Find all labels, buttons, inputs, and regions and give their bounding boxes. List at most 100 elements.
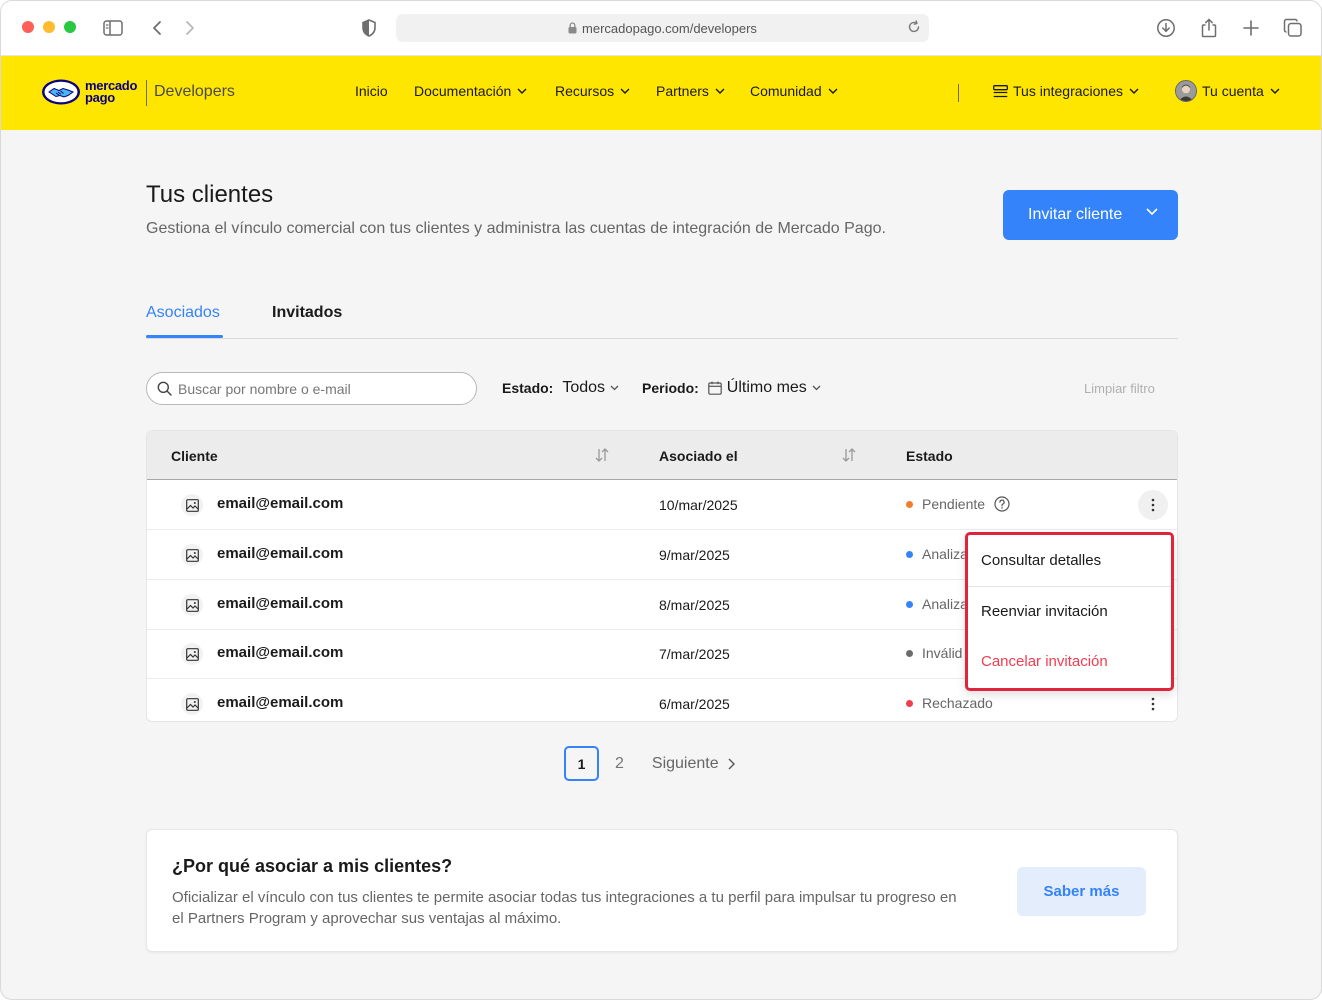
status-label: Inválid xyxy=(922,645,963,661)
image-placeholder-icon xyxy=(181,643,203,665)
nav-documentacion[interactable]: Documentación xyxy=(414,83,527,99)
privacy-shield-icon[interactable] xyxy=(358,17,380,39)
chevron-down-icon xyxy=(610,385,619,391)
nav-partners[interactable]: Partners xyxy=(656,83,725,99)
associated-date: 9/mar/2025 xyxy=(659,547,730,563)
search-icon xyxy=(157,381,172,396)
chevron-down-icon xyxy=(715,88,725,94)
learn-more-button[interactable]: Saber más xyxy=(1017,867,1146,916)
close-window-button[interactable] xyxy=(22,21,34,33)
zoom-window-button[interactable] xyxy=(64,21,76,33)
status-label: Analiza xyxy=(922,546,968,562)
logo-wordmark: mercado pago xyxy=(85,78,138,105)
browser-window: mercadopago.com/developers mercado pago … xyxy=(0,0,1322,1000)
periodo-filter[interactable]: Periodo: Último mes xyxy=(642,379,821,397)
image-placeholder-icon xyxy=(181,544,203,566)
address-bar[interactable]: mercadopago.com/developers xyxy=(396,14,929,42)
client-email: email@email.com xyxy=(217,644,344,661)
page-title: Tus clientes xyxy=(146,181,274,208)
developers-label[interactable]: Developers xyxy=(154,83,235,101)
table-row[interactable]: email@email.com 10/mar/2025 Pendiente xyxy=(147,480,1177,530)
row-actions-menu: Consultar detalles Reenviar invitación C… xyxy=(965,532,1174,691)
client-tabs: Asociados Invitados xyxy=(146,301,1178,339)
integrations-icon xyxy=(993,84,1008,98)
page-2-button[interactable]: 2 xyxy=(615,755,624,773)
info-card-text: Oficializar el vínculo con tus clientes … xyxy=(172,889,957,927)
logo-divider xyxy=(146,80,147,106)
reload-icon[interactable] xyxy=(907,20,921,37)
tab-asociados[interactable]: Asociados xyxy=(146,304,223,338)
next-page-button[interactable]: Siguiente xyxy=(652,755,735,773)
associated-date: 8/mar/2025 xyxy=(659,597,730,613)
more-vertical-icon xyxy=(1151,697,1155,711)
associated-date: 10/mar/2025 xyxy=(659,497,738,513)
menu-item-cancelar-invitacion[interactable]: Cancelar invitación xyxy=(981,653,1108,670)
forward-icon[interactable] xyxy=(179,17,201,39)
browser-toolbar: mercadopago.com/developers xyxy=(1,1,1321,56)
chevron-down-icon xyxy=(620,88,630,94)
sort-icon[interactable] xyxy=(594,447,610,463)
url-text: mercadopago.com/developers xyxy=(582,20,757,36)
chevron-down-icon xyxy=(1146,208,1158,215)
column-estado: Estado xyxy=(906,448,953,464)
sidebar-toggle-icon[interactable] xyxy=(102,17,124,39)
status-dot xyxy=(906,699,913,707)
page-1-button[interactable]: 1 xyxy=(564,746,599,781)
status-label: Analiza xyxy=(922,596,968,612)
periodo-filter-label: Periodo: xyxy=(642,380,699,396)
search-input[interactable] xyxy=(178,380,458,397)
page-subtitle: Gestiona el vínculo comercial con tus cl… xyxy=(146,220,886,237)
new-tab-icon[interactable] xyxy=(1240,17,1262,39)
table-header: Cliente Asociado el Estado xyxy=(147,431,1177,480)
chevron-right-icon xyxy=(728,758,735,770)
image-placeholder-icon xyxy=(181,594,203,616)
chevron-down-icon xyxy=(1129,88,1139,94)
associated-date: 6/mar/2025 xyxy=(659,696,730,712)
search-field[interactable] xyxy=(146,372,477,405)
column-asociado: Asociado el xyxy=(659,448,738,464)
status-badge: Inválid xyxy=(906,645,962,661)
estado-filter[interactable]: Estado: Todos xyxy=(502,379,619,397)
nav-tu-cuenta[interactable]: Tu cuenta xyxy=(1175,80,1280,102)
invite-client-label: Invitar cliente xyxy=(1028,206,1123,223)
menu-item-reenviar-invitacion[interactable]: Reenviar invitación xyxy=(981,603,1108,620)
client-email: email@email.com xyxy=(217,545,344,562)
associated-date: 7/mar/2025 xyxy=(659,646,730,662)
chevron-down-icon xyxy=(812,385,821,391)
avatar xyxy=(1175,80,1197,102)
nav-recursos[interactable]: Recursos xyxy=(555,83,630,99)
lock-icon xyxy=(568,22,577,34)
help-icon[interactable] xyxy=(994,496,1010,512)
nav-inicio[interactable]: Inicio xyxy=(355,83,388,99)
next-page-label: Siguiente xyxy=(651,754,719,772)
menu-item-consultar-detalles[interactable]: Consultar detalles xyxy=(981,552,1101,569)
downloads-icon[interactable] xyxy=(1155,17,1177,39)
more-vertical-icon xyxy=(1151,498,1155,512)
row-actions-button[interactable] xyxy=(1138,490,1168,520)
tab-overview-icon[interactable] xyxy=(1282,17,1304,39)
back-icon[interactable] xyxy=(146,17,168,39)
status-dot xyxy=(906,649,913,657)
status-dot xyxy=(906,550,913,558)
mercado-pago-logo[interactable]: mercado pago xyxy=(41,78,137,106)
invite-client-button[interactable]: Invitar cliente xyxy=(1003,190,1178,240)
clear-filter-link[interactable]: Limpiar filtro xyxy=(1084,381,1155,396)
pagination: 1 2 Siguiente xyxy=(564,746,735,781)
minimize-window-button[interactable] xyxy=(43,21,55,33)
nav-comunidad[interactable]: Comunidad xyxy=(750,83,838,99)
nav-tus-integraciones[interactable]: Tus integraciones xyxy=(993,83,1139,99)
client-email: email@email.com xyxy=(217,595,344,612)
status-dot xyxy=(906,600,913,608)
menu-divider xyxy=(968,586,1171,587)
client-email: email@email.com xyxy=(217,495,344,512)
share-icon[interactable] xyxy=(1198,17,1220,39)
nav-divider xyxy=(958,84,959,102)
status-dot xyxy=(906,500,913,508)
periodo-filter-value: Último mes xyxy=(726,379,807,396)
estado-filter-value: Todos xyxy=(562,379,606,396)
sort-icon[interactable] xyxy=(841,447,857,463)
row-actions-button[interactable] xyxy=(1138,689,1168,719)
tab-invitados[interactable]: Invitados xyxy=(272,304,342,322)
site-header: mercado pago Developers Inicio Documenta… xyxy=(1,56,1321,130)
calendar-icon xyxy=(707,381,722,395)
